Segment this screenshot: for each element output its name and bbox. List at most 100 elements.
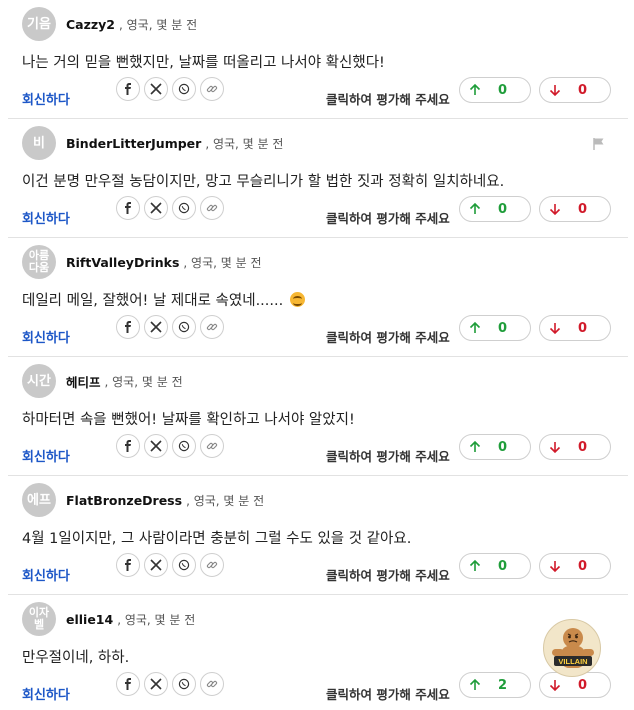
username[interactable]: 헤티프: [66, 372, 101, 391]
link-icon: [206, 85, 218, 93]
x-share-button[interactable]: [144, 434, 168, 458]
copy-link-button[interactable]: [200, 434, 224, 458]
whatsapp-icon: [178, 321, 190, 333]
whatsapp-icon: [178, 440, 190, 452]
copy-link-button[interactable]: [200, 77, 224, 101]
arrow-up-icon: [469, 202, 481, 214]
comment-header: 이자 벨 ellie14 , 영국, 몇 분 전: [22, 602, 195, 636]
whatsapp-icon: [178, 83, 190, 95]
reply-button[interactable]: 회신하다: [22, 565, 70, 584]
facebook-icon: [125, 559, 131, 571]
avatar: 에프: [22, 483, 56, 517]
x-share-button[interactable]: [144, 315, 168, 339]
facebook-share-button[interactable]: [116, 434, 140, 458]
x-share-button[interactable]: [144, 672, 168, 696]
reply-button[interactable]: 회신하다: [22, 327, 70, 346]
avatar: 아름 다움: [22, 245, 56, 279]
link-icon: [206, 204, 218, 212]
reply-button[interactable]: 회신하다: [22, 446, 70, 465]
downvote-button[interactable]: 0: [539, 196, 611, 222]
comment-text: 나는 거의 믿을 뻔했지만, 날짜를 떠올리고 나서야 확신했다!: [22, 55, 385, 71]
facebook-share-button[interactable]: [116, 553, 140, 577]
username[interactable]: BinderLitterJumper: [66, 136, 201, 151]
comment: 이자 벨 ellie14 , 영국, 몇 분 전 만우절이네, 하하. 회신하다…: [8, 595, 628, 710]
comment-meta: , 영국, 몇 분 전: [186, 493, 265, 508]
downvote-count: 0: [578, 558, 588, 574]
downvote-button[interactable]: 0: [539, 553, 611, 579]
report-flag-icon[interactable]: [592, 137, 606, 151]
comment-text: 데일리 메일, 잘했어! 날 제대로 속였네......: [22, 289, 305, 310]
share-buttons: [116, 196, 228, 220]
whatsapp-share-button[interactable]: [172, 434, 196, 458]
whatsapp-share-button[interactable]: [172, 553, 196, 577]
x-share-button[interactable]: [144, 77, 168, 101]
reply-button[interactable]: 회신하다: [22, 684, 70, 703]
x-share-button[interactable]: [144, 196, 168, 220]
rate-label: 클릭하여 평가해 주세요: [326, 568, 450, 583]
username[interactable]: RiftValleyDrinks: [66, 255, 179, 270]
downvote-count: 0: [578, 320, 588, 336]
downvote-button[interactable]: 0: [539, 434, 611, 460]
avatar: 기음: [22, 7, 56, 41]
username[interactable]: FlatBronzeDress: [66, 493, 182, 508]
comment-meta: , 영국, 몇 분 전: [104, 374, 183, 389]
arrow-down-icon: [549, 442, 561, 454]
rate-label: 클릭하여 평가해 주세요: [326, 92, 450, 107]
downvote-button[interactable]: 0: [539, 315, 611, 341]
x-share-button[interactable]: [144, 553, 168, 577]
username[interactable]: Cazzy2: [66, 17, 115, 32]
whatsapp-share-button[interactable]: [172, 77, 196, 101]
whatsapp-icon: [178, 559, 190, 571]
facebook-icon: [125, 202, 131, 214]
x-icon: [150, 440, 162, 452]
whatsapp-icon: [178, 202, 190, 214]
comment-header: 에프 FlatBronzeDress , 영국, 몇 분 전: [22, 483, 264, 517]
upvote-button[interactable]: 2: [459, 672, 531, 698]
x-icon: [150, 678, 162, 690]
copy-link-button[interactable]: [200, 553, 224, 577]
upvote-count: 0: [498, 558, 508, 574]
downvote-button[interactable]: 0: [539, 77, 611, 103]
comment-text-body: 데일리 메일, 잘했어! 날 제대로 속였네......: [22, 293, 284, 309]
x-icon: [150, 559, 162, 571]
reply-button[interactable]: 회신하다: [22, 89, 70, 108]
arrow-up-icon: [469, 559, 481, 571]
upvote-button[interactable]: 0: [459, 196, 531, 222]
copy-link-button[interactable]: [200, 315, 224, 339]
copy-link-button[interactable]: [200, 672, 224, 696]
comment-text: 하마터면 속을 뻔했어! 날짜를 확인하고 나서야 알았지!: [22, 412, 355, 428]
rate-label: 클릭하여 평가해 주세요: [326, 330, 450, 345]
upvote-button[interactable]: 0: [459, 434, 531, 460]
downvote-count: 0: [578, 439, 588, 455]
comment-text: 4월 1일이지만, 그 사람이라면 충분히 그럴 수도 있을 것 같아요.: [22, 531, 412, 547]
copy-link-button[interactable]: [200, 196, 224, 220]
upvote-button[interactable]: 0: [459, 77, 531, 103]
facebook-share-button[interactable]: [116, 77, 140, 101]
x-icon: [150, 83, 162, 95]
villain-label: VILLAIN: [558, 657, 587, 666]
facebook-icon: [125, 321, 131, 333]
arrow-up-icon: [469, 440, 481, 452]
arrow-down-icon: [549, 680, 561, 692]
upvote-button[interactable]: 0: [459, 553, 531, 579]
upvote-count: 0: [498, 82, 508, 98]
whatsapp-share-button[interactable]: [172, 315, 196, 339]
arrow-down-icon: [549, 85, 561, 97]
username[interactable]: ellie14: [66, 612, 113, 627]
upvote-count: 2: [498, 677, 508, 693]
facebook-share-button[interactable]: [116, 196, 140, 220]
comment: 아름 다움 RiftValleyDrinks , 영국, 몇 분 전 데일리 메…: [8, 238, 628, 357]
downvote-count: 0: [578, 677, 588, 693]
whatsapp-share-button[interactable]: [172, 672, 196, 696]
avatar: 이자 벨: [22, 602, 56, 636]
facebook-share-button[interactable]: [116, 672, 140, 696]
facebook-share-button[interactable]: [116, 315, 140, 339]
facebook-icon: [125, 678, 131, 690]
share-buttons: [116, 553, 228, 577]
share-buttons: [116, 672, 228, 696]
rate-label: 클릭하여 평가해 주세요: [326, 211, 450, 226]
villain-badge: VILLAIN: [543, 619, 601, 677]
upvote-button[interactable]: 0: [459, 315, 531, 341]
whatsapp-share-button[interactable]: [172, 196, 196, 220]
reply-button[interactable]: 회신하다: [22, 208, 70, 227]
